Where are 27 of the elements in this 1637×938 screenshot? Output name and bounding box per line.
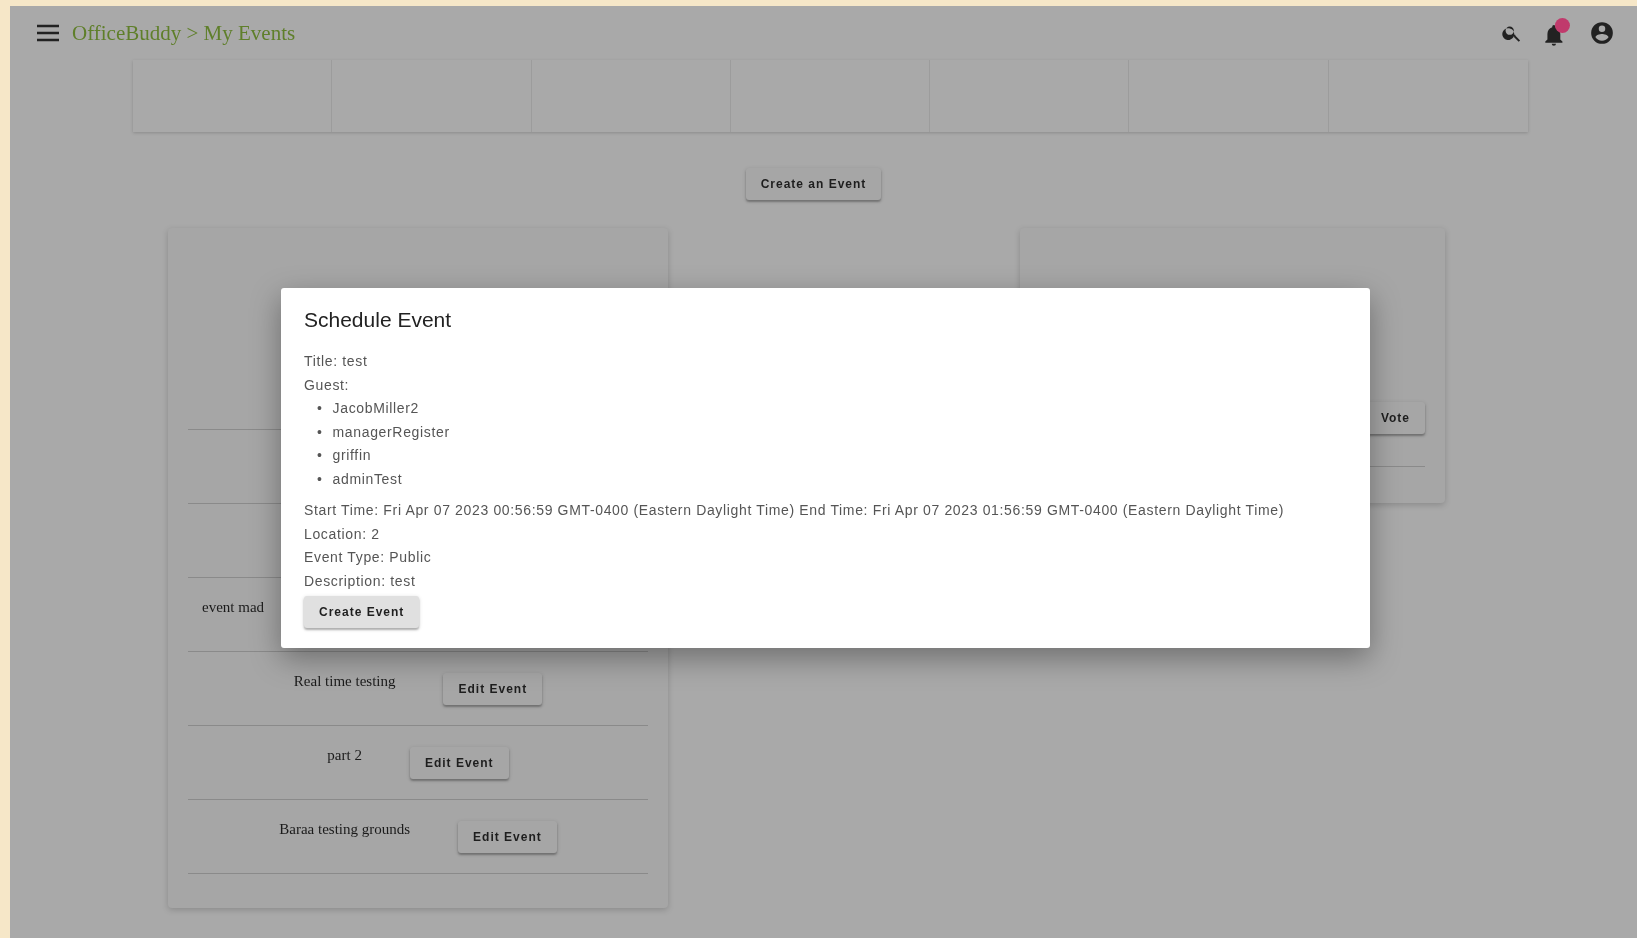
account-icon[interactable] <box>1589 20 1615 46</box>
create-event-button[interactable]: Create an Event <box>745 168 882 200</box>
menu-icon[interactable] <box>36 24 60 42</box>
guest-name: griffin <box>332 446 372 465</box>
create-event-button[interactable]: Create Event <box>304 596 420 628</box>
dialog-title: Schedule Event <box>304 308 453 332</box>
bullet-mark: • <box>317 446 323 465</box>
detail-text: Event Type: Public <box>304 548 432 567</box>
edit-event-button[interactable]: Edit Event <box>409 746 509 779</box>
breadcrumb: OfficeBuddy > My Events <box>72 20 297 46</box>
event-title: Real time testing <box>293 673 396 690</box>
guest-name: adminTest <box>332 469 403 489</box>
guest-name: managerRegister <box>332 422 450 442</box>
edit-event-button[interactable]: Edit Event <box>443 672 543 705</box>
detail-text: Guest: <box>304 375 350 395</box>
detail-text: Location: 2 <box>304 524 380 544</box>
edit-event-button[interactable]: Edit Event <box>458 820 557 853</box>
bullet-mark: • <box>317 469 323 489</box>
event-title: part 2 <box>327 747 362 764</box>
bullet-mark: • <box>317 422 323 442</box>
detail-text: Title: test <box>304 352 368 371</box>
detail-text: Start Time: Fri Apr 07 2023 00:56:59 GMT-0400 (Eastern Daylight Time) End Time: Fri Apr 07 2023 01:56:59 GMT-0400 (Eastern Daylight Time) <box>304 501 1285 520</box>
guest-name: JacobMiller2 <box>332 399 419 418</box>
detail-text: Description: test <box>304 571 416 591</box>
event-title: event mad <box>202 599 265 616</box>
event-title: Baraa testing grounds <box>279 821 411 838</box>
bullet-mark: • <box>317 399 323 418</box>
